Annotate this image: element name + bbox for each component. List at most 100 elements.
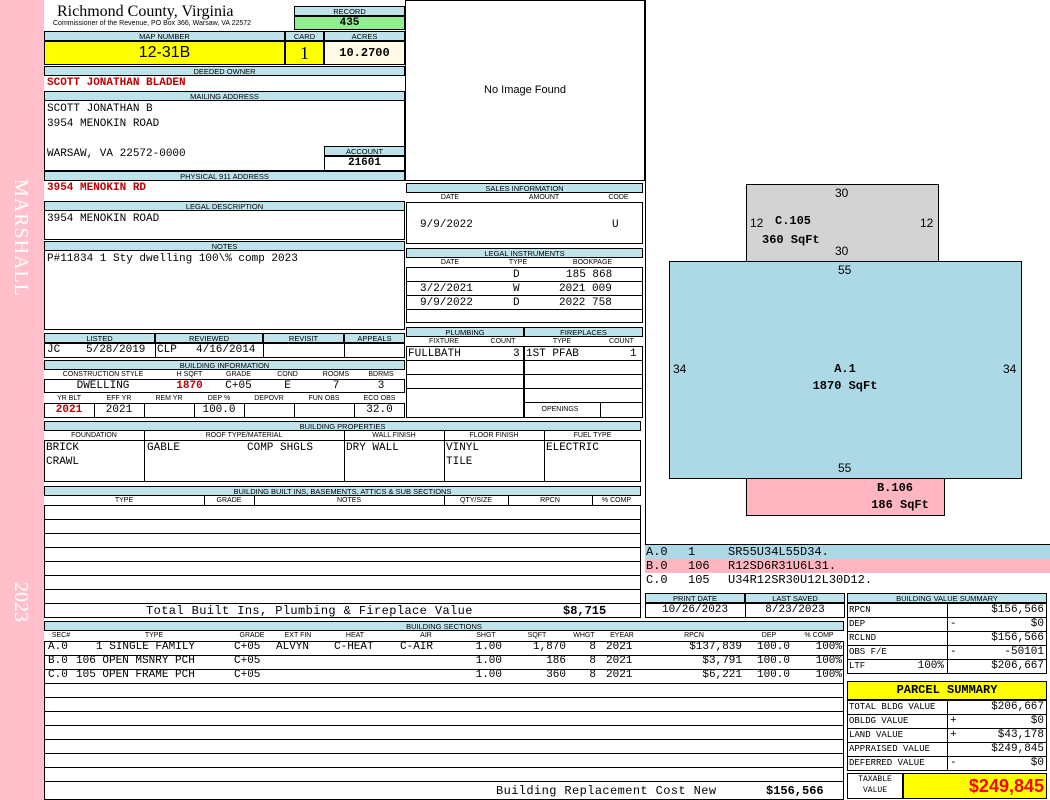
bs-extfin-header: EXT FIN xyxy=(284,632,312,639)
bi-yrblt: 2021 xyxy=(55,404,83,416)
vector-a-code: 1 xyxy=(688,545,696,559)
bi-cond: E xyxy=(284,380,291,392)
sales-code-header: CODE xyxy=(608,194,629,201)
bs-row-1-extfin: ALVYN xyxy=(276,641,310,653)
li-date-header: DATE xyxy=(440,259,460,266)
physical-address: 3954 MENOKIN RD xyxy=(47,182,147,194)
bi-rooms-header: ROOMS xyxy=(322,371,350,378)
last-saved: 8/23/2023 xyxy=(765,604,825,616)
sketch-a-top: 55 xyxy=(838,263,852,277)
bp-wall-header: WALL FINISH xyxy=(372,432,416,439)
vector-b-vec: R12SD6R31U6L31. xyxy=(728,559,837,573)
li-row-2-type: W xyxy=(513,283,520,295)
bs-grade-header: GRADE xyxy=(239,632,265,639)
ps-obldg-label: OBLDG VALUE xyxy=(849,716,909,726)
last-saved-header: LAST SAVED xyxy=(745,593,845,603)
ps-total-bldg-label: TOTAL BLDG VALUE xyxy=(849,702,936,712)
bs-row-1-dep: 100.0 xyxy=(756,641,790,653)
legal-instruments-header: LEGAL INSTRUMENTS xyxy=(406,248,643,258)
mailing-line-3: WARSAW, VA 22572-0000 xyxy=(47,148,186,160)
taxable-value: $249,845 xyxy=(903,773,1047,799)
ps-deferred-label: DEFERRED VALUE xyxy=(849,758,925,768)
bs-row-1-sec: A.0 xyxy=(48,641,68,653)
vs-ltf-value: $206,667 xyxy=(991,660,1044,672)
ps-appraised-label: APPRAISED VALUE xyxy=(849,744,931,754)
bt-qty-header: QTY/SIZE xyxy=(460,497,492,504)
sketch-b-name: B.106 xyxy=(876,481,913,495)
map-number-value: 12-31B xyxy=(44,41,285,65)
built-ins-total-label: Total Built Ins, Plumbing & Fireplace Va… xyxy=(146,604,473,618)
vs-ltf-label: LTF xyxy=(849,661,866,671)
value-summary-header: BUILDING VALUE SUMMARY xyxy=(847,593,1047,603)
bs-row-2-whgt: 8 xyxy=(589,655,596,667)
bs-air-header: AIR xyxy=(420,632,432,639)
vector-c-code: 105 xyxy=(688,573,710,587)
bp-fuel-header: FUEL TYPE xyxy=(573,432,612,439)
bi-rooms: 7 xyxy=(332,380,340,392)
sketch-c-left: 12 xyxy=(750,216,764,230)
sketch-a-name: A.1 xyxy=(834,362,856,376)
vs-obs-value: -50101 xyxy=(1004,646,1044,658)
li-bookpage-header: BOOKPAGE xyxy=(572,259,613,266)
replacement-cost-value: $156,566 xyxy=(766,784,824,798)
bs-dep-header: DEP xyxy=(761,632,777,639)
bp-foundation-header: FOUNDATION xyxy=(71,432,117,439)
sales-date-header: DATE xyxy=(440,194,460,201)
vs-dep-label: DEP xyxy=(849,619,866,629)
sketch-a-bottom: 55 xyxy=(838,461,852,475)
bi-bdrms: 3 xyxy=(377,380,385,392)
sketch-a-area: 1870 SqFt xyxy=(812,379,878,393)
bs-heat-header: HEAT xyxy=(345,632,365,639)
commissioner-address: Commissioner of the Revenue, PO Box 366,… xyxy=(53,20,252,27)
bs-row-2-rpcn: $3,791 xyxy=(702,655,742,667)
bp-foundation-1: BRICK xyxy=(46,442,80,454)
built-ins-header: BUILDING BUILT INS, BASEMENTS, ATTICS & … xyxy=(44,486,641,496)
bs-row-1-shgt: 1.00 xyxy=(475,641,502,653)
fireplace-count: 1 xyxy=(630,348,637,360)
year-label: 2023 xyxy=(10,582,32,622)
bi-grade-header: GRADE xyxy=(226,371,251,378)
sketch-c-top: 30 xyxy=(835,186,849,200)
bi-remyr-header: REM YR xyxy=(155,395,183,402)
listed-by: JC xyxy=(47,344,61,356)
bs-row-3-grade: C+05 xyxy=(234,669,261,681)
sketch-c-area: 360 SqFt xyxy=(762,233,820,247)
bp-floor-2: TILE xyxy=(446,456,473,468)
openings-label: OPENINGS xyxy=(541,406,579,413)
deeded-owner-header: DEEDED OWNER xyxy=(44,66,405,76)
ps-appraised-value: $249,845 xyxy=(991,743,1044,755)
bs-row-2-shgt: 1.00 xyxy=(475,655,502,667)
ps-total-bldg-value: $206,667 xyxy=(991,701,1044,713)
sales-amount-header: AMOUNT xyxy=(528,194,560,201)
map-number-header: MAP NUMBER xyxy=(44,31,285,41)
bs-eyear-header: EYEAR xyxy=(610,632,634,639)
record-value: 435 xyxy=(294,16,405,30)
bt-comp-header: % COMP xyxy=(601,497,632,504)
sales-date: 9/9/2022 xyxy=(420,219,473,231)
bt-rpcn-header: RPCN xyxy=(540,497,560,504)
bs-row-3-rpcn: $6,221 xyxy=(702,669,742,681)
acres-value: 10.2700 xyxy=(324,41,405,65)
district-label: MARSHALL xyxy=(10,178,32,297)
district-band xyxy=(0,0,44,800)
bs-row-3-eyear: 2021 xyxy=(606,669,633,681)
bi-ecoobs-header: ECO OBS xyxy=(363,395,396,402)
bs-row-2-sqft: 186 xyxy=(546,655,566,667)
bp-foundation-2: CRAWL xyxy=(46,456,80,468)
fireplace-type-header: TYPE xyxy=(552,338,572,345)
bi-hsqft-header: H SQFT xyxy=(176,371,203,378)
bs-row-1-type: 1 SINGLE FAMILY xyxy=(96,641,196,653)
mailing-line-1: SCOTT JONATHAN B xyxy=(47,103,153,115)
bp-roof-type: GABLE xyxy=(147,442,181,454)
bi-bdrms-header: BDRMS xyxy=(368,371,394,378)
bs-row-1-rpcn: $137,839 xyxy=(689,641,742,653)
li-row-1-type: D xyxy=(513,269,520,281)
replacement-cost-label: Building Replacement Cost New xyxy=(496,784,717,798)
bs-row-3-comp: 100% xyxy=(815,669,842,681)
acres-header: ACRES xyxy=(324,31,405,41)
bs-row-2-comp: 100% xyxy=(815,655,842,667)
print-date-header: PRINT DATE xyxy=(645,593,745,603)
bi-depovr-header: DEPOVR xyxy=(254,395,284,402)
taxable-label-1: TAXABLE xyxy=(858,775,892,784)
bp-roof-header: ROOF TYPE/MATERIAL xyxy=(205,432,283,439)
